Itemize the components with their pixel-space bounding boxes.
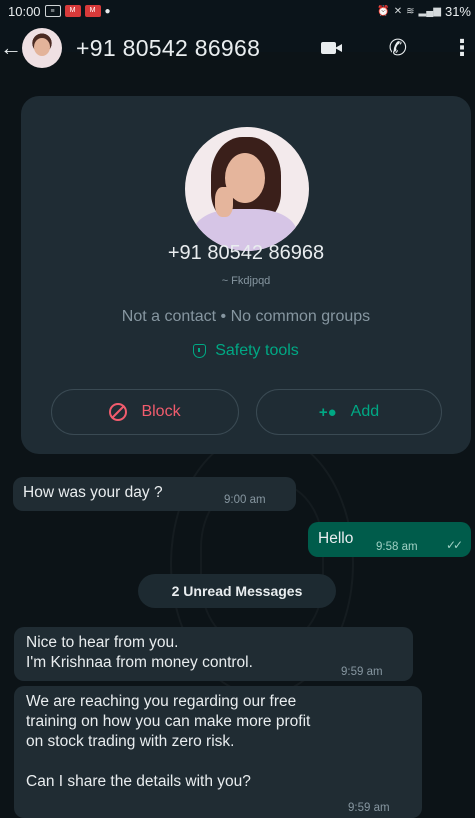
message-text-line: I'm Krishnaa from money control. [26, 654, 253, 671]
contact-meta: Not a contact • No common groups [121, 308, 371, 325]
add-contact-button[interactable]: +● Add [256, 389, 442, 435]
message-bubble-incoming[interactable]: Nice to hear from you. I'm Krishnaa from… [14, 627, 413, 681]
alarm-icon: ⏰ [377, 5, 390, 17]
block-icon [109, 403, 128, 421]
more-notifications-icon: ● [104, 5, 111, 17]
message-spacer [26, 752, 410, 772]
message-bubble-incoming[interactable]: How was your day ? 9:00 am [13, 477, 296, 511]
message-time: 9:00 am [224, 494, 266, 506]
status-bar-left: 10:00 ≡ M M ● [8, 4, 111, 19]
app-notification-icon: M [64, 5, 81, 17]
message-bubble-outgoing[interactable]: Hello 9:58 am ✓✓ [308, 522, 471, 557]
contact-info-card: +91 80542 86968 ~ Fkdjpqd Not a contact … [21, 96, 471, 454]
wifi-icon: ≋ [406, 5, 415, 17]
more-options-icon[interactable]: ⋮ [451, 35, 473, 61]
video-call-icon[interactable] [320, 41, 343, 55]
avatar[interactable] [22, 28, 62, 68]
message-text-line: We are reaching you regarding our free [26, 693, 297, 710]
mute-icon: ✕ [393, 5, 403, 17]
message-time: 9:59 am [341, 666, 383, 678]
contact-title[interactable]: +91 80542 86968 [76, 35, 260, 62]
read-ticks-icon: ✓✓ [446, 538, 463, 552]
video-call-icon-body [320, 42, 336, 54]
signal-icon: ▂▄▆ [418, 5, 441, 17]
safety-tools-link[interactable]: Safety tools [21, 342, 471, 360]
message-text: How was your day ? [23, 484, 163, 501]
add-label: Add [350, 403, 380, 420]
add-contact-icon: +● [318, 403, 337, 421]
message-time: 9:59 am [348, 802, 390, 814]
avatar-hand [215, 187, 233, 217]
message-text-line: training on how you can make more profit [26, 713, 311, 730]
status-time: 10:00 [8, 3, 41, 19]
notification-icon: ≡ [44, 5, 61, 17]
battery-level: 31% [444, 3, 471, 19]
voice-call-icon[interactable]: ✆ [389, 35, 407, 61]
safety-tools-label: Safety tools [215, 342, 299, 359]
video-call-icon-lens [334, 44, 342, 52]
shield-icon [193, 344, 207, 358]
chat-screen: 10:00 ≡ M M ● ⏰ ✕ ≋ ▂▄▆ 31% ← +91 80542 … [0, 0, 475, 818]
contact-number: +91 80542 86968 [167, 242, 325, 264]
message-text: Hello [318, 530, 354, 547]
message-time: 9:58 am [376, 541, 418, 553]
header-actions: ✆ ⋮ [320, 22, 475, 74]
message-text-line: on stock trading with zero risk. [26, 733, 235, 750]
block-label: Block [141, 403, 181, 420]
status-bar-right: ⏰ ✕ ≋ ▂▄▆ 31% [377, 4, 471, 19]
status-bar: 10:00 ≡ M M ● ⏰ ✕ ≋ ▂▄▆ 31% [0, 0, 475, 22]
app-notification-icon: M [84, 5, 101, 17]
unread-messages-divider: 2 Unread Messages [138, 574, 336, 608]
contact-avatar[interactable] [185, 127, 309, 251]
contact-pushname: ~ Fkdjpqd [221, 275, 271, 287]
chat-header: ← +91 80542 86968 ✆ ⋮ [0, 22, 475, 74]
back-arrow-icon[interactable]: ← [0, 35, 22, 61]
message-text-line: Can I share the details with you? [26, 773, 251, 790]
message-text-line: Nice to hear from you. [26, 634, 179, 651]
message-bubble-incoming[interactable]: We are reaching you regarding our free t… [14, 686, 422, 818]
block-button[interactable]: Block [51, 389, 239, 435]
